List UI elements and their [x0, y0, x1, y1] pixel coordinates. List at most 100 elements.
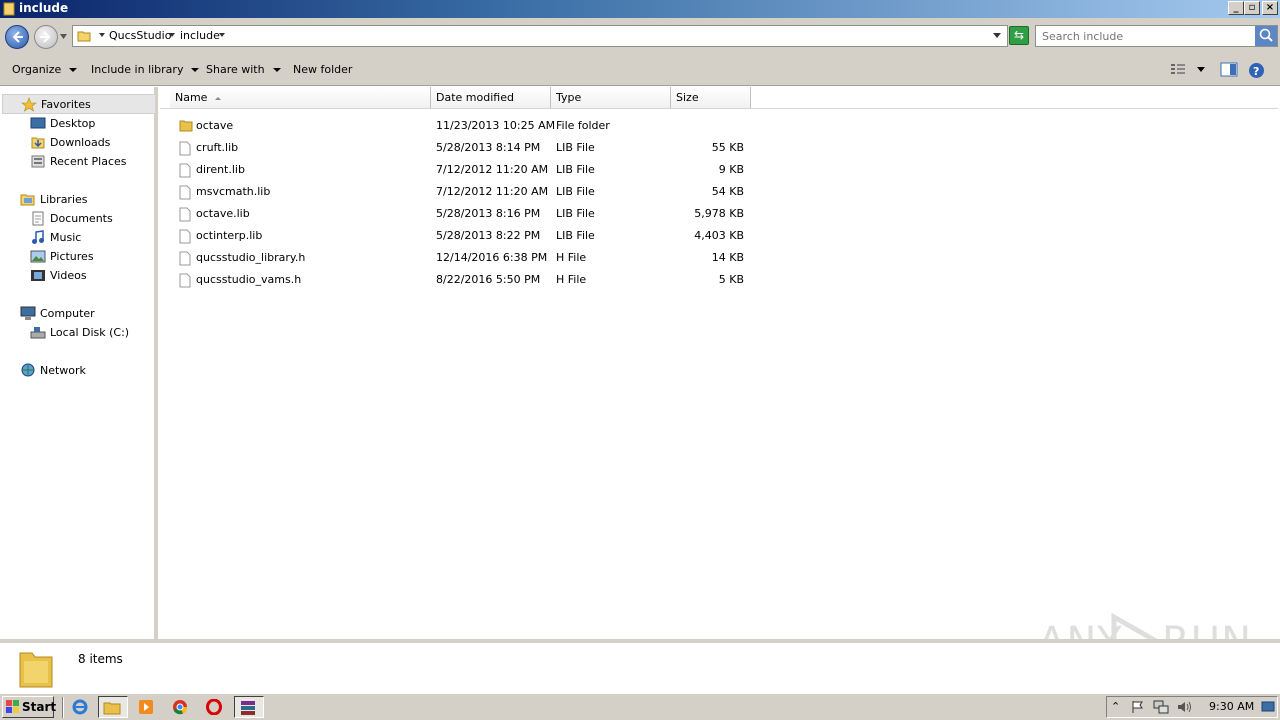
media-player-button[interactable]	[134, 696, 158, 718]
start-button[interactable]: Start	[2, 696, 56, 718]
file-date: 7/12/2012 11:20 AM	[436, 185, 549, 198]
nav-item-libraries[interactable]: Libraries	[20, 190, 150, 209]
recent-places-icon	[31, 155, 45, 168]
column-date-modified[interactable]: Date modified	[431, 87, 551, 108]
table-row[interactable]: cruft.lib 5/28/2013 8:14 PM LIB File 55 …	[160, 137, 760, 159]
table-row[interactable]: octinterp.lib 5/28/2013 8:22 PM LIB File…	[160, 225, 760, 247]
nav-item-music[interactable]: Music	[30, 228, 150, 247]
restore-button[interactable]: ▫	[1244, 1, 1260, 15]
opera-button[interactable]	[202, 696, 226, 718]
file-size: 9 KB	[718, 163, 744, 176]
desktop-icon	[30, 117, 46, 129]
pictures-icon	[30, 250, 46, 263]
search-button[interactable]	[1255, 26, 1277, 46]
explorer-button[interactable]	[98, 696, 128, 718]
view-options-icon[interactable]	[1170, 62, 1186, 76]
file-type: LIB File	[556, 163, 595, 176]
chrome-button[interactable]	[168, 696, 192, 718]
address-row: QucsStudio include ⇆	[0, 18, 1280, 54]
preview-pane-icon[interactable]	[1220, 62, 1238, 77]
file-size: 55 KB	[711, 141, 744, 154]
search-box[interactable]	[1035, 25, 1278, 47]
recent-pages-dropdown-icon[interactable]	[60, 34, 67, 40]
folder-icon	[19, 652, 53, 688]
new-folder-button[interactable]: New folder	[293, 63, 352, 76]
file-icon	[179, 207, 191, 222]
documents-icon	[32, 211, 44, 226]
nav-item-computer[interactable]: Computer	[20, 304, 150, 323]
organize-button[interactable]: Organize	[12, 63, 78, 76]
system-tray: ⌃ 9:30 AM	[1106, 696, 1278, 718]
svg-text:?: ?	[1253, 65, 1259, 78]
file-size: 14 KB	[711, 251, 744, 264]
nav-item-network[interactable]: Network	[20, 361, 150, 380]
file-icon	[179, 251, 191, 266]
chevron-down-icon[interactable]	[1197, 67, 1205, 73]
ie-button[interactable]	[68, 696, 92, 718]
file-type: H File	[556, 273, 587, 286]
nav-item-desktop[interactable]: Desktop	[30, 114, 150, 133]
media-player-icon	[139, 700, 153, 714]
file-icon	[179, 229, 191, 244]
file-date: 8/22/2016 5:50 PM	[436, 273, 541, 286]
winrar-button[interactable]	[234, 696, 264, 718]
clock[interactable]: 9:30 AM	[1209, 700, 1254, 713]
chrome-icon	[173, 700, 188, 715]
item-count: 8 items	[78, 652, 123, 666]
command-bar: Organize Include in library Share with N…	[0, 54, 1280, 86]
search-icon	[1259, 28, 1273, 42]
address-bar[interactable]: QucsStudio include	[72, 25, 1008, 47]
nav-item-documents[interactable]: Documents	[30, 209, 150, 228]
window-title: include	[19, 1, 69, 15]
show-hidden-icons-icon[interactable]: ⌃	[1111, 700, 1120, 713]
close-button[interactable]: ×	[1262, 1, 1278, 15]
table-row[interactable]: dirent.lib 7/12/2012 11:20 AM LIB File 9…	[160, 159, 760, 181]
table-row[interactable]: qucsstudio_library.h 12/14/2016 6:38 PM …	[160, 247, 760, 269]
address-history-dropdown-icon[interactable]	[993, 33, 1001, 39]
table-row[interactable]: msvcmath.lib 7/12/2012 11:20 AM LIB File…	[160, 181, 760, 203]
file-name: dirent.lib	[196, 163, 245, 176]
chevron-down-icon[interactable]	[219, 32, 225, 38]
internet-explorer-icon	[72, 699, 88, 715]
minimize-button[interactable]: _	[1228, 1, 1244, 15]
show-desktop-icon[interactable]	[1261, 700, 1275, 714]
file-icon	[179, 163, 191, 178]
search-input[interactable]	[1036, 26, 1256, 46]
forward-button[interactable]	[34, 25, 58, 49]
file-type: LIB File	[556, 229, 595, 242]
help-icon[interactable]: ?	[1248, 62, 1265, 79]
file-type: LIB File	[556, 141, 595, 154]
file-size: 4,403 KB	[694, 229, 744, 242]
nav-item-favorites[interactable]: Favorites	[2, 94, 156, 114]
nav-item-videos[interactable]: Videos	[30, 266, 150, 285]
column-type[interactable]: Type	[551, 87, 671, 108]
action-center-flag-icon[interactable]	[1131, 700, 1145, 714]
table-row[interactable]: qucsstudio_vams.h 8/22/2016 5:50 PM H Fi…	[160, 269, 760, 291]
network-status-icon[interactable]	[1153, 700, 1169, 714]
share-with-button[interactable]: Share with	[206, 63, 281, 76]
nav-item-recent-places[interactable]: Recent Places	[30, 152, 150, 171]
file-name: qucsstudio_library.h	[196, 251, 306, 264]
include-in-library-button[interactable]: Include in library	[91, 63, 200, 76]
winrar-icon	[241, 701, 255, 715]
nav-item-downloads[interactable]: Downloads	[30, 133, 150, 152]
file-date: 11/23/2013 10:25 AM	[436, 119, 556, 132]
volume-icon[interactable]	[1177, 700, 1193, 714]
table-row[interactable]: octave 11/23/2013 10:25 AM File folder	[160, 115, 760, 137]
file-list: Name Date modified Type Size octave 11/2…	[160, 87, 1280, 639]
details-pane: 8 items	[0, 639, 1280, 693]
breadcrumb-qucsstudio[interactable]: QucsStudio	[109, 29, 171, 42]
file-size: 54 KB	[711, 185, 744, 198]
nav-item-pictures[interactable]: Pictures	[30, 247, 150, 266]
table-row[interactable]: octave.lib 5/28/2013 8:16 PM LIB File 5,…	[160, 203, 760, 225]
file-name: msvcmath.lib	[196, 185, 271, 198]
breadcrumb-include[interactable]: include	[180, 29, 220, 42]
column-name[interactable]: Name	[170, 87, 431, 108]
back-arrow-icon	[12, 31, 23, 43]
chevron-down-icon[interactable]	[169, 32, 175, 38]
chevron-down-icon[interactable]	[99, 32, 105, 38]
back-button[interactable]	[5, 25, 29, 49]
column-size[interactable]: Size	[671, 87, 751, 108]
refresh-button[interactable]: ⇆	[1009, 26, 1029, 45]
nav-item-local-disk[interactable]: Local Disk (C:)	[30, 323, 150, 342]
